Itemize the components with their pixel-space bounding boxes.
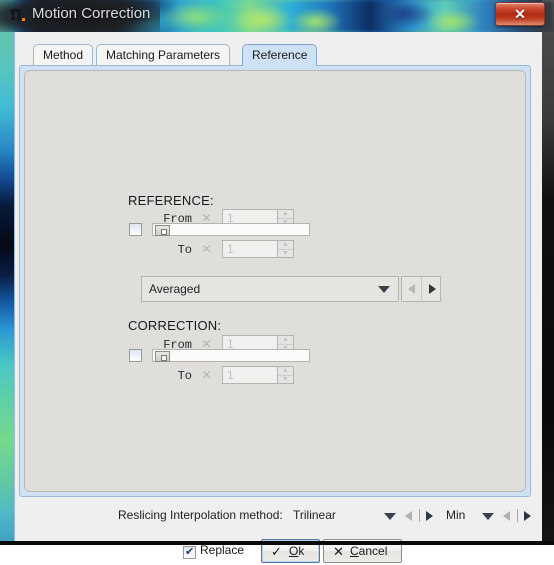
correction-to-clear-icon[interactable]: ✕: [201, 370, 212, 381]
motion-correction-window: Motion Correction ✕ Method Matching Para…: [0, 0, 554, 545]
reference-to-value: 1: [227, 242, 234, 256]
reference-mode-stepper[interactable]: [401, 276, 441, 302]
correction-to-spin-down-icon[interactable]: ▼: [278, 375, 293, 384]
triangle-right-icon: [429, 284, 436, 294]
tab-reference[interactable]: Reference: [242, 44, 317, 66]
window-bottom-edge: [0, 541, 554, 545]
check-icon: ✓: [271, 544, 282, 560]
correction-enable-checkbox[interactable]: [129, 349, 142, 362]
reslicing-edge-value: Min: [446, 508, 465, 522]
reslicing-row: Reslicing Interpolation method: Trilinea…: [15, 505, 543, 527]
reslicing-method-dropdown-icon[interactable]: [384, 513, 396, 520]
close-x-icon: ✕: [333, 544, 344, 560]
close-button[interactable]: ✕: [495, 2, 545, 26]
correction-from-spin-up-icon[interactable]: ▲: [278, 336, 293, 344]
correction-to-spin-buttons[interactable]: ▲ ▼: [277, 366, 294, 384]
reference-to-spin-down-icon[interactable]: ▼: [278, 249, 293, 258]
client-surface: Method Matching Parameters Reference REF…: [15, 32, 542, 545]
cancel-button-label: Cancel: [350, 544, 387, 558]
reference-to-spin-up-icon[interactable]: ▲: [278, 241, 293, 249]
window-title: Motion Correction: [32, 5, 150, 22]
reference-to-label: To: [148, 243, 192, 257]
reslicing-method-prev-icon[interactable]: [405, 511, 412, 521]
window-client-area: Method Matching Parameters Reference REF…: [14, 32, 542, 545]
replace-checkbox[interactable]: [183, 546, 196, 559]
reference-to-spin-buttons[interactable]: ▲ ▼: [277, 240, 294, 258]
reslicing-edge-separator: [517, 509, 518, 522]
correction-range-slider-thumb[interactable]: [155, 351, 170, 362]
reslicing-method-separator: [419, 509, 420, 522]
reslicing-edge-prev-icon[interactable]: [503, 511, 510, 521]
ok-label-rest: k: [298, 544, 304, 558]
reference-to-clear-icon[interactable]: ✕: [201, 244, 212, 255]
replace-label: Replace: [200, 543, 244, 557]
title-bar[interactable]: Motion Correction ✕: [0, 0, 554, 32]
reference-to-spinner[interactable]: 1 ▲ ▼: [222, 240, 294, 258]
reslicing-label: Reslicing Interpolation method:: [118, 508, 283, 522]
reference-enable-checkbox[interactable]: [129, 223, 142, 236]
correction-range-slider[interactable]: [152, 349, 310, 362]
ok-button-label: Ok: [289, 544, 304, 558]
ok-accel-key: O: [289, 544, 298, 558]
cancel-label-rest: ancel: [359, 544, 388, 558]
reslicing-edge-dropdown-icon[interactable]: [482, 513, 494, 520]
reslicing-method-value: Trilinear: [293, 508, 336, 522]
reference-section-title: REFERENCE:: [128, 193, 214, 208]
reslicing-edge-next-icon[interactable]: [524, 511, 531, 521]
triangle-left-icon: [408, 284, 415, 294]
app-icon: [9, 8, 26, 24]
close-icon: ✕: [496, 3, 544, 25]
reference-range-slider[interactable]: [152, 223, 310, 236]
correction-to-label: To: [148, 369, 192, 383]
reference-mode-next-button[interactable]: [422, 277, 441, 301]
cancel-accel-key: C: [350, 544, 359, 558]
reference-range-slider-thumb[interactable]: [155, 225, 170, 236]
correction-to-spin-up-icon[interactable]: ▲: [278, 367, 293, 375]
reference-mode-value: Averaged: [149, 282, 200, 296]
correction-to-spinner[interactable]: 1 ▲ ▼: [222, 366, 294, 384]
tab-method[interactable]: Method: [33, 44, 93, 66]
tab-matching-parameters[interactable]: Matching Parameters: [96, 44, 230, 66]
reslicing-method-next-icon[interactable]: [426, 511, 433, 521]
reference-from-spin-up-icon[interactable]: ▲: [278, 210, 293, 218]
correction-section-title: CORRECTION:: [128, 318, 221, 333]
reference-mode-combobox[interactable]: Averaged: [141, 276, 399, 302]
correction-to-value: 1: [227, 368, 234, 382]
reference-mode-prev-button[interactable]: [402, 277, 422, 301]
chevron-down-icon[interactable]: [378, 286, 390, 293]
